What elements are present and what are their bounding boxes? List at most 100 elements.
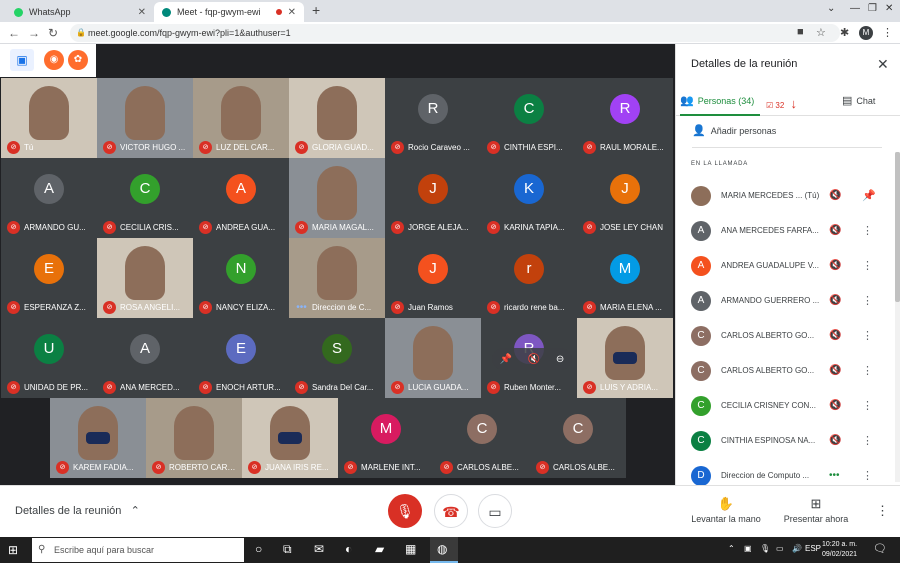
- pin-icon[interactable]: 📌: [500, 354, 512, 365]
- extension-icon[interactable]: ✿: [68, 50, 88, 70]
- participant-tile[interactable]: R ⊘ RAUL MORALE...: [577, 78, 673, 158]
- close-tab-icon[interactable]: ✕: [138, 7, 146, 18]
- participant-tile[interactable]: C ⊘ CARLOS ALBE...: [530, 398, 626, 478]
- forward-icon[interactable]: →: [28, 26, 40, 40]
- participant-tile[interactable]: C ⊘ CARLOS ALBE...: [434, 398, 530, 478]
- participant-tile[interactable]: E ⊘ ESPERANZA Z...: [1, 238, 97, 318]
- volume-icon[interactable]: 🔊: [792, 544, 802, 553]
- participant-tile[interactable]: J ⊘ JOSE LEY CHAN: [577, 158, 673, 238]
- extension-icon[interactable]: ◉: [44, 50, 64, 70]
- participant-tile[interactable]: ⊘ LUZ DEL CAR...: [193, 78, 289, 158]
- mic-off-icon[interactable]: 🔇: [829, 260, 841, 271]
- chevron-up-icon[interactable]: ⌃: [728, 544, 735, 553]
- camera-toggle-button[interactable]: ▭: [478, 494, 512, 528]
- participant-list-item[interactable]: A ARMANDO GUERRERO ... 🔇 ⋮: [676, 283, 900, 318]
- add-people-button[interactable]: 👤 Añadir personas: [692, 124, 776, 137]
- more-options-icon[interactable]: ⋮: [862, 469, 873, 482]
- mic-off-icon[interactable]: 🔇: [829, 295, 841, 306]
- more-options-icon[interactable]: ⋮: [862, 259, 873, 272]
- participant-list-item[interactable]: A ANA MERCEDES FARFA... 🔇 ⋮: [676, 213, 900, 248]
- folder-icon[interactable]: ▰: [375, 542, 384, 556]
- minimize-icon[interactable]: —: [850, 3, 860, 14]
- mic-off-icon[interactable]: 🔇: [829, 435, 841, 446]
- leave-call-button[interactable]: ☎: [434, 494, 468, 528]
- extensions-icon[interactable]: ✱: [840, 26, 849, 39]
- participant-tile[interactable]: ⊘ LUIS Y ADRIA...: [577, 318, 673, 398]
- back-icon[interactable]: ←: [8, 26, 20, 40]
- participant-tile[interactable]: E ⊘ ENOCH ARTUR...: [193, 318, 289, 398]
- meet-now-icon[interactable]: ▣: [744, 544, 752, 553]
- more-options-icon[interactable]: ⋮: [876, 503, 889, 519]
- tab-chat[interactable]: ▤ Chat: [842, 94, 875, 107]
- microphone-icon[interactable]: 🎙: [760, 544, 770, 553]
- participant-tile[interactable]: ⊘ JUANA IRIS RE...: [242, 398, 338, 478]
- participant-tile[interactable]: C ⊘ CECILIA CRIS...: [97, 158, 193, 238]
- mic-off-icon[interactable]: 🔇: [829, 365, 841, 376]
- clock[interactable]: 10:20 a. m. 09/02/2021: [822, 540, 857, 560]
- pin-icon[interactable]: 📌: [862, 189, 876, 202]
- scrollbar-thumb[interactable]: [895, 152, 900, 302]
- participant-tile[interactable]: ••• Direccion de C...: [289, 238, 385, 318]
- cortana-icon[interactable]: ○: [255, 542, 262, 556]
- participant-tile[interactable]: M ⊘ MARIA ELENA ...: [577, 238, 673, 318]
- participant-tile[interactable]: ⊘ GLORIA GUAD...: [289, 78, 385, 158]
- participant-tile[interactable]: ⊘ MARIA MAGAL...: [289, 158, 385, 238]
- tab-people[interactable]: 👥 Personas (34): [680, 94, 761, 116]
- mail-icon[interactable]: ✉: [314, 542, 324, 556]
- more-options-icon[interactable]: ⋮: [862, 364, 873, 377]
- participant-list-item[interactable]: C CECILIA CRISNEY CON... 🔇 ⋮: [676, 388, 900, 423]
- tab-meet[interactable]: Meet - fqp-gwym-ewi ✕: [154, 2, 304, 22]
- remove-icon[interactable]: ⊖: [556, 354, 564, 365]
- task-view-icon[interactable]: ⧉: [283, 542, 292, 557]
- participant-tile[interactable]: ⊘ ROBERTO CARL...: [146, 398, 242, 478]
- participant-tile[interactable]: J ⊘ JORGE ALEJA...: [385, 158, 481, 238]
- edge-icon[interactable]: ◐: [345, 542, 352, 556]
- participant-tile[interactable]: C ⊘ CINTHIA ESPI...: [481, 78, 577, 158]
- camera-icon[interactable]: ■: [797, 26, 804, 38]
- speaking-icon[interactable]: •••: [829, 470, 840, 481]
- mic-off-icon[interactable]: 🔇: [829, 225, 841, 236]
- more-options-icon[interactable]: ⋮: [862, 434, 873, 447]
- participant-tile[interactable]: U ⊘ UNIDAD DE PR...: [1, 318, 97, 398]
- participant-tile[interactable]: J ⊘ Juan Ramos: [385, 238, 481, 318]
- participant-list-item[interactable]: MARIA MERCEDES ... (Tú) 🔇 📌: [676, 178, 900, 213]
- reload-icon[interactable]: ↻: [48, 26, 58, 40]
- meeting-details-button[interactable]: Detalles de la reunión ⌃: [15, 504, 140, 517]
- participant-tile[interactable]: ⊘ Tú: [1, 78, 97, 158]
- mute-icon[interactable]: 🔇: [528, 354, 540, 365]
- attendance-badge[interactable]: ☑ 32 ↓: [766, 96, 797, 111]
- participant-tile[interactable]: A ⊘ ANA MERCED...: [97, 318, 193, 398]
- participant-list-item[interactable]: C CARLOS ALBERTO GO... 🔇 ⋮: [676, 353, 900, 388]
- close-window-icon[interactable]: ✕: [885, 3, 893, 14]
- participant-list-item[interactable]: C CARLOS ALBERTO GO... 🔇 ⋮: [676, 318, 900, 353]
- mic-toggle-button[interactable]: 🎙: [388, 494, 422, 528]
- more-options-icon[interactable]: ⋮: [862, 224, 873, 237]
- participant-tile[interactable]: S ⊘ Sandra Del Car...: [289, 318, 385, 398]
- language-indicator[interactable]: ESP: [805, 544, 821, 553]
- scrollbar[interactable]: [895, 152, 900, 482]
- tab-whatsapp[interactable]: WhatsApp ✕: [6, 2, 154, 22]
- participant-tile[interactable]: R ⊘ Rocio Caraveo ...: [385, 78, 481, 158]
- close-tab-icon[interactable]: ✕: [288, 7, 296, 18]
- store-icon[interactable]: ▦: [405, 542, 416, 556]
- close-icon[interactable]: ✕: [877, 56, 889, 73]
- chevron-down-icon[interactable]: ⌄: [827, 3, 835, 14]
- participant-tile[interactable]: r ⊘ ricardo rene ba...: [481, 238, 577, 318]
- taskbar-search-input[interactable]: ⚲ Escribe aquí para buscar: [32, 538, 244, 562]
- raise-hand-button[interactable]: ✋ Levantar la mano: [690, 496, 762, 524]
- present-now-button[interactable]: ⊞ Presentar ahora: [782, 496, 850, 524]
- participant-list-item[interactable]: A ANDREA GUADALUPE V... 🔇 ⋮: [676, 248, 900, 283]
- more-options-icon[interactable]: ⋮: [862, 294, 873, 307]
- network-icon[interactable]: ▭: [776, 544, 784, 553]
- new-tab-icon[interactable]: +: [312, 2, 320, 18]
- participant-tile[interactable]: ⊘ ROSA ANGELI...: [97, 238, 193, 318]
- profile-avatar[interactable]: M: [859, 26, 873, 40]
- participant-tile[interactable]: ⊘ KAREM FADIA...: [50, 398, 146, 478]
- participant-tile[interactable]: ⊘ VICTOR HUGO ...: [97, 78, 193, 158]
- participant-tile[interactable]: ⊘ LUCIA GUADA...: [385, 318, 481, 398]
- menu-icon[interactable]: ⋮: [882, 26, 893, 39]
- star-icon[interactable]: ☆: [816, 26, 826, 39]
- mic-off-icon[interactable]: 🔇: [829, 190, 841, 201]
- notifications-icon[interactable]: 🗨: [873, 542, 887, 555]
- mic-off-icon[interactable]: 🔇: [829, 400, 841, 411]
